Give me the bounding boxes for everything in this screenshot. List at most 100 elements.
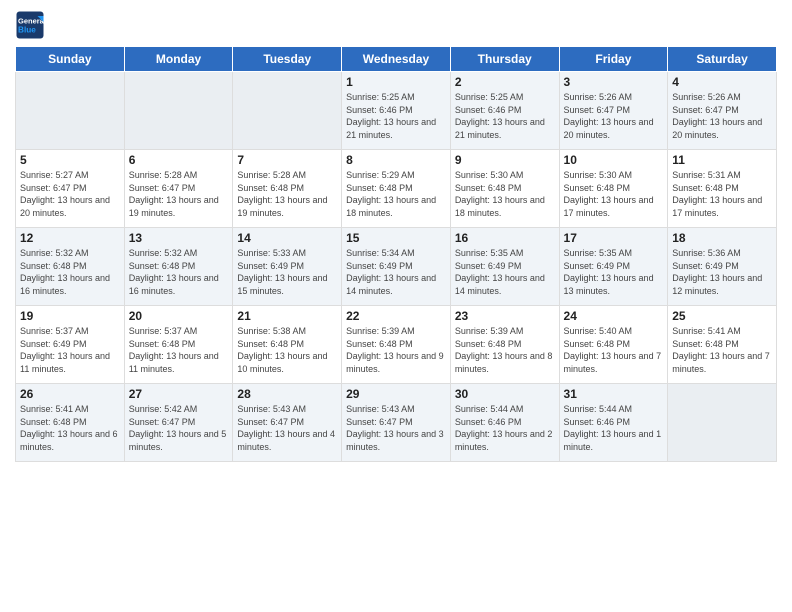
day-number: 7	[237, 153, 337, 167]
day-number: 31	[564, 387, 664, 401]
day-info: Sunrise: 5:30 AM Sunset: 6:48 PM Dayligh…	[564, 169, 664, 219]
calendar-cell	[668, 384, 777, 462]
calendar-cell: 11 Sunrise: 5:31 AM Sunset: 6:48 PM Dayli…	[668, 150, 777, 228]
day-number: 25	[672, 309, 772, 323]
day-info: Sunrise: 5:25 AM Sunset: 6:46 PM Dayligh…	[346, 91, 446, 141]
day-number: 13	[129, 231, 229, 245]
calendar-header-row: SundayMondayTuesdayWednesdayThursdayFrid…	[16, 47, 777, 72]
svg-text:Blue: Blue	[18, 26, 36, 35]
day-number: 23	[455, 309, 555, 323]
calendar-cell: 18Sunrise: 5:36 AM Sunset: 6:49 PM Dayli…	[668, 228, 777, 306]
day-number: 11	[672, 153, 772, 167]
calendar-cell: 1 Sunrise: 5:25 AM Sunset: 6:46 PM Daylig…	[342, 72, 451, 150]
calendar-cell: 8Sunrise: 5:29 AM Sunset: 6:48 PM Daylig…	[342, 150, 451, 228]
day-number: 15	[346, 231, 446, 245]
day-info: Sunrise: 5:28 AM Sunset: 6:47 PM Dayligh…	[129, 169, 229, 219]
calendar-cell	[124, 72, 233, 150]
calendar-day-header: Monday	[124, 47, 233, 72]
day-info: Sunrise: 5:39 AM Sunset: 6:48 PM Dayligh…	[346, 325, 446, 375]
calendar-day-header: Tuesday	[233, 47, 342, 72]
calendar-cell: 4 Sunrise: 5:26 AM Sunset: 6:47 PM Daylig…	[668, 72, 777, 150]
day-info: Sunrise: 5:26 AM Sunset: 6:47 PM Dayligh…	[672, 91, 772, 141]
calendar-cell: 17 Sunrise: 5:35 AM Sunset: 6:49 PM Dayli…	[559, 228, 668, 306]
day-number: 24	[564, 309, 664, 323]
day-info: Sunrise: 5:41 AM Sunset: 6:48 PM Dayligh…	[20, 403, 120, 453]
calendar-cell: 25 Sunrise: 5:41 AM Sunset: 6:48 PM Dayli…	[668, 306, 777, 384]
calendar-cell: 6 Sunrise: 5:28 AM Sunset: 6:47 PM Daylig…	[124, 150, 233, 228]
day-number: 3	[564, 75, 664, 89]
calendar-cell: 27 Sunrise: 5:42 AM Sunset: 6:47 PM Dayli…	[124, 384, 233, 462]
day-number: 30	[455, 387, 555, 401]
day-info: Sunrise: 5:28 AM Sunset: 6:48 PM Dayligh…	[237, 169, 337, 219]
calendar: SundayMondayTuesdayWednesdayThursdayFrid…	[15, 46, 777, 462]
day-info: Sunrise: 5:33 AM Sunset: 6:49 PM Dayligh…	[237, 247, 337, 297]
day-info: Sunrise: 5:31 AM Sunset: 6:48 PM Dayligh…	[672, 169, 772, 219]
day-info: Sunrise: 5:27 AM Sunset: 6:47 PM Dayligh…	[20, 169, 120, 219]
day-number: 12	[20, 231, 120, 245]
calendar-day-header: Wednesday	[342, 47, 451, 72]
calendar-cell	[16, 72, 125, 150]
calendar-cell: 28 Sunrise: 5:43 AM Sunset: 6:47 PM Dayli…	[233, 384, 342, 462]
day-info: Sunrise: 5:36 AM Sunset: 6:49 PM Dayligh…	[672, 247, 772, 297]
day-info: Sunrise: 5:41 AM Sunset: 6:48 PM Dayligh…	[672, 325, 772, 375]
calendar-day-header: Thursday	[450, 47, 559, 72]
calendar-cell: 26 Sunrise: 5:41 AM Sunset: 6:48 PM Dayli…	[16, 384, 125, 462]
day-number: 21	[237, 309, 337, 323]
day-info: Sunrise: 5:43 AM Sunset: 6:47 PM Dayligh…	[237, 403, 337, 453]
header: General Blue	[15, 10, 777, 40]
day-number: 19	[20, 309, 120, 323]
calendar-cell: 22 Sunrise: 5:39 AM Sunset: 6:48 PM Dayli…	[342, 306, 451, 384]
day-number: 5	[20, 153, 120, 167]
day-number: 14	[237, 231, 337, 245]
day-number: 2	[455, 75, 555, 89]
calendar-cell: 31 Sunrise: 5:44 AM Sunset: 6:46 PM Dayli…	[559, 384, 668, 462]
day-number: 16	[455, 231, 555, 245]
day-number: 17	[564, 231, 664, 245]
day-number: 1	[346, 75, 446, 89]
day-number: 28	[237, 387, 337, 401]
calendar-cell: 19 Sunrise: 5:37 AM Sunset: 6:49 PM Dayli…	[16, 306, 125, 384]
calendar-cell: 14 Sunrise: 5:33 AM Sunset: 6:49 PM Dayli…	[233, 228, 342, 306]
day-info: Sunrise: 5:35 AM Sunset: 6:49 PM Dayligh…	[564, 247, 664, 297]
day-info: Sunrise: 5:25 AM Sunset: 6:46 PM Dayligh…	[455, 91, 555, 141]
day-info: Sunrise: 5:37 AM Sunset: 6:48 PM Dayligh…	[129, 325, 229, 375]
day-info: Sunrise: 5:29 AM Sunset: 6:48 PM Dayligh…	[346, 169, 446, 219]
calendar-cell: 20Sunrise: 5:37 AM Sunset: 6:48 PM Dayli…	[124, 306, 233, 384]
calendar-cell: 15 Sunrise: 5:34 AM Sunset: 6:49 PM Dayli…	[342, 228, 451, 306]
calendar-day-header: Sunday	[16, 47, 125, 72]
calendar-cell	[233, 72, 342, 150]
logo: General Blue	[15, 10, 45, 40]
calendar-cell: 10 Sunrise: 5:30 AM Sunset: 6:48 PM Dayli…	[559, 150, 668, 228]
day-number: 4	[672, 75, 772, 89]
calendar-cell: 3 Sunrise: 5:26 AM Sunset: 6:47 PM Daylig…	[559, 72, 668, 150]
day-number: 29	[346, 387, 446, 401]
calendar-cell: 5 Sunrise: 5:27 AM Sunset: 6:47 PM Daylig…	[16, 150, 125, 228]
calendar-cell: 23 Sunrise: 5:39 AM Sunset: 6:48 PM Dayli…	[450, 306, 559, 384]
day-number: 6	[129, 153, 229, 167]
calendar-cell: 9Sunrise: 5:30 AM Sunset: 6:48 PM Daylig…	[450, 150, 559, 228]
day-number: 9	[455, 153, 555, 167]
calendar-week-row: 5 Sunrise: 5:27 AM Sunset: 6:47 PM Daylig…	[16, 150, 777, 228]
page: General Blue SundayMondayTuesdayWednesda…	[0, 0, 792, 612]
day-info: Sunrise: 5:39 AM Sunset: 6:48 PM Dayligh…	[455, 325, 555, 375]
day-info: Sunrise: 5:44 AM Sunset: 6:46 PM Dayligh…	[455, 403, 555, 453]
calendar-cell: 13Sunrise: 5:32 AM Sunset: 6:48 PM Dayli…	[124, 228, 233, 306]
day-info: Sunrise: 5:34 AM Sunset: 6:49 PM Dayligh…	[346, 247, 446, 297]
calendar-week-row: 19 Sunrise: 5:37 AM Sunset: 6:49 PM Dayli…	[16, 306, 777, 384]
day-info: Sunrise: 5:26 AM Sunset: 6:47 PM Dayligh…	[564, 91, 664, 141]
day-info: Sunrise: 5:38 AM Sunset: 6:48 PM Dayligh…	[237, 325, 337, 375]
calendar-cell: 29Sunrise: 5:43 AM Sunset: 6:47 PM Dayli…	[342, 384, 451, 462]
day-info: Sunrise: 5:37 AM Sunset: 6:49 PM Dayligh…	[20, 325, 120, 375]
calendar-week-row: 1 Sunrise: 5:25 AM Sunset: 6:46 PM Daylig…	[16, 72, 777, 150]
calendar-day-header: Saturday	[668, 47, 777, 72]
day-number: 27	[129, 387, 229, 401]
calendar-cell: 16 Sunrise: 5:35 AM Sunset: 6:49 PM Dayli…	[450, 228, 559, 306]
calendar-day-header: Friday	[559, 47, 668, 72]
day-number: 22	[346, 309, 446, 323]
day-info: Sunrise: 5:42 AM Sunset: 6:47 PM Dayligh…	[129, 403, 229, 453]
day-info: Sunrise: 5:44 AM Sunset: 6:46 PM Dayligh…	[564, 403, 664, 453]
day-info: Sunrise: 5:35 AM Sunset: 6:49 PM Dayligh…	[455, 247, 555, 297]
calendar-cell: 24Sunrise: 5:40 AM Sunset: 6:48 PM Dayli…	[559, 306, 668, 384]
day-number: 10	[564, 153, 664, 167]
day-number: 26	[20, 387, 120, 401]
